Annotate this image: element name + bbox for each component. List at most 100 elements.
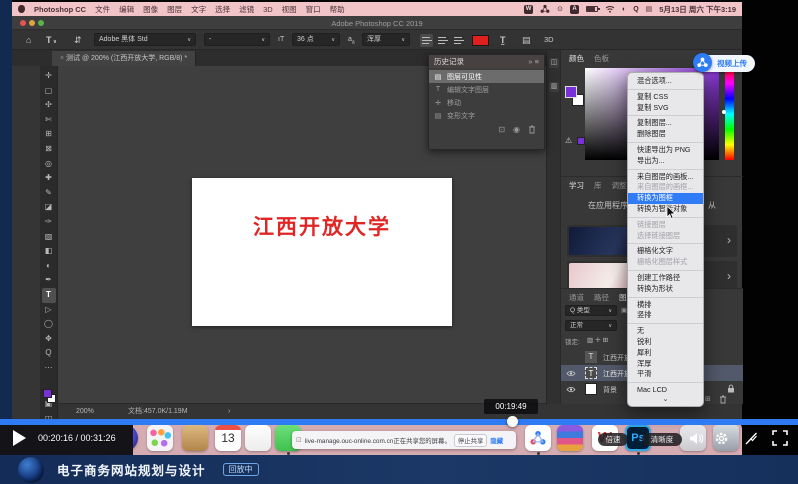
properties-panel-dock-icon[interactable]: ▥	[549, 82, 559, 92]
lock-option-icons[interactable]: ▨✛⊞	[587, 336, 610, 344]
molecule-status-icon[interactable]	[540, 4, 550, 14]
frame-tool-icon[interactable]: ⊠	[42, 142, 56, 157]
hide-banner-button[interactable]: 隐藏	[490, 436, 503, 445]
menu-item[interactable]: 复制图层...	[628, 118, 703, 129]
menu-item[interactable]: 横排	[628, 300, 703, 311]
control-center-icon[interactable]: ▤	[646, 5, 653, 13]
archive-dock-icon[interactable]	[557, 425, 583, 451]
toggle-panels-icon[interactable]: ▤	[522, 30, 531, 50]
healing-tool-icon[interactable]: ✚	[42, 171, 56, 186]
hue-strip[interactable]	[725, 68, 734, 160]
3d-button[interactable]: 3D	[544, 30, 554, 50]
path-select-tool-icon[interactable]: ▷	[42, 303, 56, 318]
warp-text-icon[interactable]: T̰	[500, 30, 506, 50]
menu-item[interactable]: 复制 SVG	[628, 103, 703, 114]
move-tool-icon[interactable]: ✛	[42, 69, 56, 84]
menu-help[interactable]: 帮助	[330, 4, 345, 15]
menubar-clock[interactable]: 5月13日 周六 下午3:19	[659, 4, 736, 15]
camera-status-icon[interactable]: ⊙	[557, 5, 563, 13]
tutorial-chevron-icon[interactable]: ›	[727, 233, 731, 247]
play-button[interactable]	[13, 430, 26, 446]
history-brush-tool-icon[interactable]: ✑	[42, 215, 56, 230]
font-style-select[interactable]: -∨	[204, 33, 270, 46]
more-tools-icon[interactable]: ⋯	[42, 361, 56, 376]
input-source-icon[interactable]: A	[570, 5, 579, 14]
layer-visibility-eye-icon[interactable]	[566, 386, 576, 393]
menu-item[interactable]: 栅格化文字	[628, 246, 703, 257]
shape-tool-icon[interactable]: ◯	[42, 317, 56, 332]
menu-item[interactable]: 来自图层的画板...	[628, 172, 703, 183]
menu-item[interactable]: 转换为形状	[628, 284, 703, 295]
tab-color[interactable]: 颜色	[569, 53, 584, 64]
new-snapshot-icon[interactable]: ◉	[513, 125, 520, 134]
spotlight-icon[interactable]: Q	[633, 6, 638, 13]
siri-status-icon[interactable]: ◐	[622, 6, 626, 13]
tab-swatches[interactable]: 色板	[594, 53, 609, 64]
apple-icon[interactable]	[18, 5, 25, 13]
menubar-app-menu[interactable]: Photoshop CC	[34, 5, 86, 14]
menu-item[interactable]: 复制 CSS	[628, 92, 703, 103]
notes-dock-icon[interactable]	[245, 425, 271, 451]
menu-item[interactable]: 混合选项...	[628, 76, 703, 87]
volume-icon[interactable]	[688, 431, 704, 446]
danmaku-toggle-icon[interactable]	[744, 432, 759, 445]
marquee-tool-icon[interactable]: ▢	[42, 84, 56, 99]
quick-select-tool-icon[interactable]: ✄	[42, 113, 56, 128]
text-color-swatch[interactable]	[472, 35, 489, 46]
lasso-tool-icon[interactable]: ✣	[42, 98, 56, 113]
home-icon[interactable]: ⌂	[26, 30, 31, 50]
delete-layer-icon[interactable]	[719, 395, 727, 404]
status-chevron-icon[interactable]: ›	[228, 404, 230, 420]
menu-scroll-chevron-icon[interactable]: ⌄	[628, 396, 703, 403]
tab-learn[interactable]: 学习	[569, 180, 584, 191]
new-document-from-state-icon[interactable]: ⊡	[498, 125, 505, 134]
quality-button[interactable]: 清晰度	[642, 433, 682, 446]
history-panel-menu-icon[interactable]: » ≡	[528, 55, 539, 68]
brush-tool-icon[interactable]: ✎	[42, 186, 56, 201]
launchpad-dock-icon[interactable]	[147, 425, 173, 451]
history-item[interactable]: ✛ 移动	[429, 96, 544, 109]
history-item[interactable]: ▤ 图层可见性	[429, 70, 544, 83]
font-family-select[interactable]: Adobe 黑体 Std∨	[94, 33, 196, 46]
align-center-icon[interactable]	[438, 35, 449, 46]
gradient-tool-icon[interactable]: ◧	[42, 244, 56, 259]
menu-item[interactable]: 导出为...	[628, 156, 703, 167]
battery-icon[interactable]	[586, 6, 598, 12]
eyedropper-tool-icon[interactable]: ◎	[42, 157, 56, 172]
progress-scrubber-handle[interactable]	[507, 416, 518, 427]
type-tool-icon[interactable]: T ∨	[46, 30, 57, 52]
menu-item[interactable]: 创建工作路径	[628, 273, 703, 284]
zoom-level[interactable]: 200%	[76, 404, 94, 420]
dodge-tool-icon[interactable]: ◐	[42, 259, 56, 274]
stop-sharing-button[interactable]: 停止共享	[454, 434, 488, 447]
tab-library[interactable]: 库	[594, 180, 602, 191]
upload-overlay[interactable]: 视频上传	[695, 54, 755, 72]
menu-edit[interactable]: 编辑	[119, 4, 134, 15]
menu-filter[interactable]: 滤镜	[239, 4, 254, 15]
clone-stamp-tool-icon[interactable]: ◪	[42, 200, 56, 215]
menu-item[interactable]: 删除图层	[628, 129, 703, 140]
menu-image[interactable]: 图像	[143, 4, 158, 15]
align-right-icon[interactable]	[454, 35, 465, 46]
zoom-tool-icon[interactable]: Q	[42, 346, 56, 361]
classin-dock-icon[interactable]	[525, 425, 551, 451]
history-item[interactable]: ▤ 变形文字	[429, 109, 544, 122]
artboard[interactable]: 江西开放大学	[192, 178, 452, 326]
tab-paths[interactable]: 路径	[594, 292, 609, 303]
type-tool-selected-icon[interactable]: T	[42, 288, 56, 303]
menu-item[interactable]: 竖排	[628, 310, 703, 321]
menu-item[interactable]: 平滑	[628, 369, 703, 380]
delete-state-icon[interactable]	[528, 125, 536, 134]
menu-item[interactable]: 锐利	[628, 337, 703, 348]
menu-item-convert-to-frame[interactable]: 转换为图框	[628, 193, 703, 204]
align-left-icon[interactable]	[420, 34, 433, 47]
artboard-text[interactable]: 江西开放大学	[192, 211, 452, 241]
hue-marker-icon[interactable]	[722, 110, 726, 114]
wps-status-icon[interactable]: W	[524, 5, 533, 14]
hand-tool-icon[interactable]: ✥	[42, 332, 56, 347]
menu-type[interactable]: 文字	[191, 4, 206, 15]
menu-window[interactable]: 窗口	[306, 4, 321, 15]
settings-gear-icon[interactable]	[714, 431, 729, 446]
appstore-dock-icon[interactable]	[182, 425, 208, 451]
menu-item[interactable]: 犀利	[628, 348, 703, 359]
